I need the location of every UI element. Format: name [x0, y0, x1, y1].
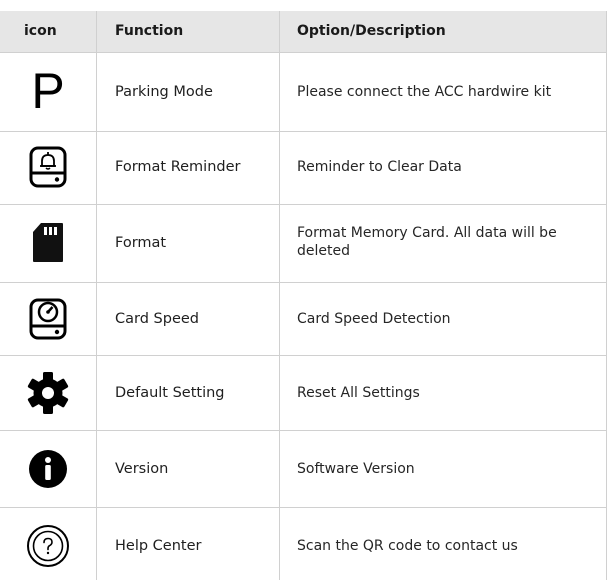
column-divider — [96, 11, 97, 580]
function-help-center: Help Center — [115, 538, 202, 554]
format-reminder-bell-icon — [24, 143, 72, 191]
row-divider — [0, 131, 607, 132]
row-divider — [0, 430, 607, 431]
row-divider — [0, 204, 607, 205]
description-card-speed: Card Speed Detection — [297, 311, 451, 327]
parking-p-icon: P — [24, 63, 72, 119]
function-version: Version — [115, 461, 169, 477]
description-help-center: Scan the QR code to contact us — [297, 538, 518, 554]
header-function: Function — [115, 23, 184, 39]
row-divider — [0, 355, 607, 356]
function-format-reminder: Format Reminder — [115, 159, 241, 175]
gear-icon — [24, 369, 72, 417]
description-parking-mode: Please connect the ACC hardwire kit — [297, 84, 552, 100]
function-default-setting: Default Setting — [115, 385, 225, 401]
description-format: Format Memory Card. All data will be del… — [297, 225, 557, 259]
description-format-reminder: Reminder to Clear Data — [297, 159, 462, 175]
row-divider — [0, 282, 607, 283]
row-divider — [0, 52, 607, 53]
description-default-setting: Reset All Settings — [297, 385, 420, 401]
sd-card-icon — [24, 218, 72, 266]
function-format: Format — [115, 235, 167, 251]
function-parking-mode: Parking Mode — [115, 84, 213, 100]
info-icon — [24, 445, 72, 493]
function-card-speed: Card Speed — [115, 311, 199, 327]
parking-p-glyph: P — [31, 63, 65, 119]
settings-table: icon Function Option/Description P Parki… — [0, 0, 607, 580]
description-version: Software Version — [297, 461, 415, 477]
header-icon: icon — [24, 23, 57, 39]
help-question-icon — [24, 522, 72, 570]
row-divider — [0, 507, 607, 508]
header-description: Option/Description — [297, 23, 446, 39]
card-speed-gauge-icon — [24, 295, 72, 343]
